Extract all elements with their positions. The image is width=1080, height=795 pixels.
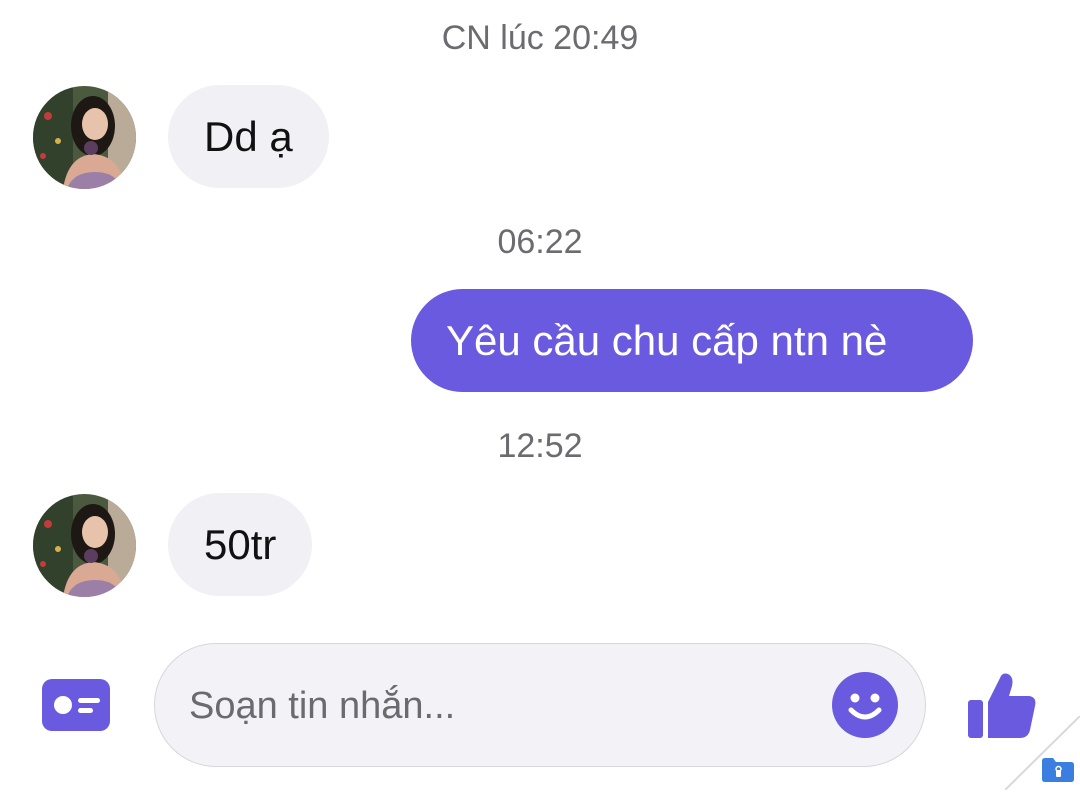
emoji-button[interactable] — [832, 672, 898, 738]
message-text: Yêu cầu chu cấp ntn nè — [446, 316, 888, 364]
contact-card-button[interactable] — [42, 679, 110, 731]
smiley-icon — [832, 672, 898, 738]
timestamp: 12:52 — [497, 427, 583, 465]
avatar[interactable] — [33, 494, 136, 597]
avatar-photo — [33, 494, 136, 597]
avatar-photo — [33, 86, 136, 189]
message-input[interactable]: Soạn tin nhắn... — [154, 643, 926, 767]
contact-card-icon — [42, 679, 110, 731]
outgoing-message-bubble[interactable]: Yêu cầu chu cấp ntn nè — [411, 289, 973, 392]
message-text: Dd ạ — [204, 112, 293, 160]
timestamp: 06:22 — [497, 223, 583, 261]
timestamp: CN lúc 20:49 — [441, 19, 639, 57]
message-input-placeholder: Soạn tin nhắn... — [189, 685, 456, 727]
incoming-message-bubble[interactable]: 50tr — [168, 493, 313, 596]
incoming-message-bubble[interactable]: Dd ạ — [168, 85, 329, 188]
folder-lock-icon[interactable] — [1042, 758, 1074, 782]
message-text: 50tr — [204, 520, 277, 568]
avatar[interactable] — [33, 86, 136, 189]
